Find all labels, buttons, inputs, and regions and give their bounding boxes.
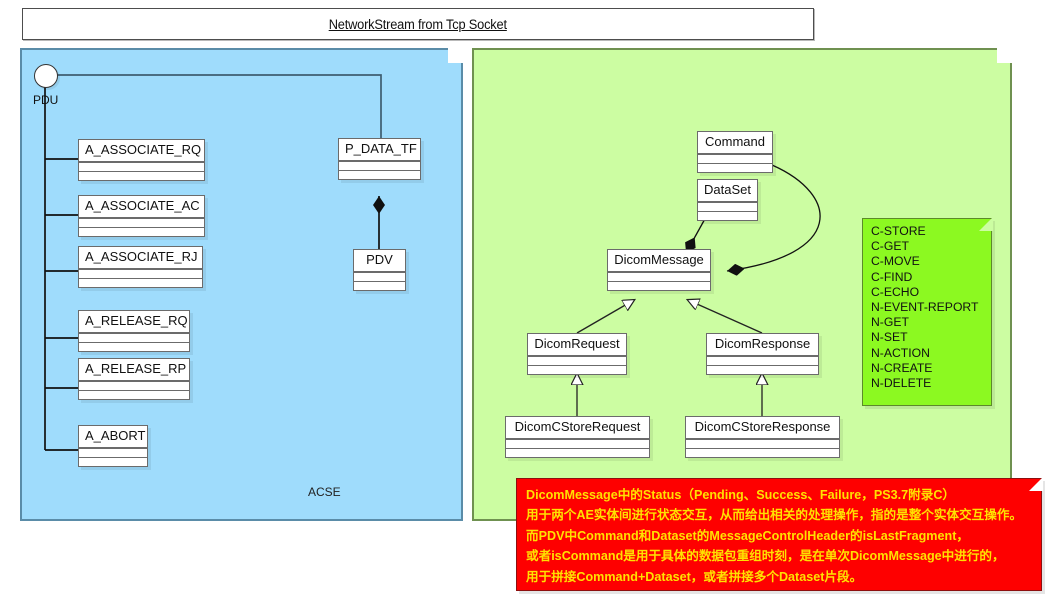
service-list: C-STORE C-GET C-MOVE C-FIND C-ECHO N-EVE… [871, 224, 986, 391]
class-operations-compartment [528, 366, 626, 374]
class-command[interactable]: Command [697, 131, 773, 173]
class-attributes-compartment [698, 155, 772, 163]
class-name: A_ASSOCIATE_AC [85, 198, 200, 213]
class-name: P_DATA_TF [345, 141, 417, 156]
class-operations-compartment [506, 449, 649, 457]
class-attributes-compartment [608, 273, 710, 281]
class-attributes-compartment [707, 357, 818, 365]
note-line: DicomMessage中的Status（Pending、Success、Fai… [526, 488, 956, 502]
service-item: N-SET [871, 330, 908, 345]
class-name: A_ASSOCIATE_RQ [85, 142, 202, 157]
class-attributes-compartment [506, 440, 649, 448]
note-line: 用于两个AE实体间进行状态交互，从而给出相关的处理操作，指的是整个实体交互操作。 [526, 508, 1023, 523]
class-operations-compartment [608, 282, 710, 290]
service-item: C-FIND [871, 269, 913, 284]
class-attributes-compartment [339, 162, 420, 170]
class-attributes-compartment [528, 357, 626, 365]
class-dicommessage[interactable]: DicomMessage [607, 249, 711, 291]
class-operations-compartment [354, 282, 405, 290]
class-dicomcstorerequest[interactable]: DicomCStoreRequest [505, 416, 650, 458]
status-explanation-note: DicomMessage中的Status（Pending、Success、Fai… [516, 477, 1043, 591]
service-item: C-GET [871, 239, 909, 254]
class-operations-compartment [698, 212, 757, 220]
class-dicomresponse[interactable]: DicomResponse [706, 333, 819, 375]
dimse-service-note: C-STORE C-GET C-MOVE C-FIND C-ECHO N-EVE… [862, 217, 993, 406]
class-attributes-compartment [79, 270, 202, 278]
class-attributes-compartment [79, 219, 204, 227]
class-operations-compartment [339, 171, 420, 179]
class-name: DicomMessage [614, 252, 704, 267]
service-item: C-MOVE [871, 254, 920, 269]
service-item: C-ECHO [871, 284, 920, 299]
class-name: DataSet [704, 182, 751, 197]
class-operations-compartment [79, 228, 204, 236]
class-dataset[interactable]: DataSet [697, 179, 758, 221]
class-operations-compartment [79, 343, 189, 351]
status-note-text: DicomMessage中的Status（Pending、Success、Fai… [526, 485, 1034, 587]
class-name: A_RELEASE_RP [85, 361, 187, 376]
class-dicomrequest[interactable]: DicomRequest [527, 333, 627, 375]
class-a-associate-ac[interactable]: A_ASSOCIATE_AC [78, 195, 205, 237]
service-item: N-GET [871, 315, 909, 330]
class-operations-compartment [707, 366, 818, 374]
class-attributes-compartment [79, 382, 189, 390]
class-operations-compartment [79, 279, 202, 287]
class-operations-compartment [79, 172, 204, 180]
diagram-title-frame: NetworkStream from Tcp Socket [22, 8, 814, 40]
class-name: PDV [366, 252, 393, 267]
class-name: DicomCStoreRequest [514, 419, 641, 434]
service-item: C-STORE [871, 224, 926, 238]
class-operations-compartment [79, 458, 147, 466]
class-attributes-compartment [686, 440, 839, 448]
class-a-release-rq[interactable]: A_RELEASE_RQ [78, 310, 190, 352]
class-dicomcstoreresponse[interactable]: DicomCStoreResponse [685, 416, 840, 458]
note-line: 而PDV中Command和Dataset的MessageControlHeade… [526, 528, 969, 543]
class-attributes-compartment [354, 273, 405, 281]
class-attributes-compartment [79, 449, 147, 457]
pdu-interface-label: PDU [33, 93, 59, 107]
class-a-associate-rj[interactable]: A_ASSOCIATE_RJ [78, 246, 203, 288]
class-a-release-rp[interactable]: A_RELEASE_RP [78, 358, 190, 400]
class-name: DicomCStoreResponse [694, 419, 831, 434]
class-name: A_ABORT [85, 428, 146, 443]
page-title: NetworkStream from Tcp Socket [328, 16, 508, 32]
class-name: A_RELEASE_RQ [85, 313, 188, 328]
class-operations-compartment [79, 391, 189, 399]
service-item: N-DELETE [871, 376, 932, 391]
pdu-interface-icon [34, 64, 58, 88]
uml-diagram-canvas: NetworkStream from Tcp Socket ACSE PDU A… [0, 0, 1059, 604]
service-item: N-CREATE [871, 360, 933, 375]
class-name: DicomResponse [714, 336, 811, 351]
class-name: A_ASSOCIATE_RJ [85, 249, 198, 264]
class-a-abort[interactable]: A_ABORT [78, 425, 148, 467]
class-attributes-compartment [79, 334, 189, 342]
class-operations-compartment [698, 164, 772, 172]
dicom-package-fold-corner [997, 47, 1013, 63]
class-p-data-tf[interactable]: P_DATA_TF [338, 138, 421, 180]
acse-package-fold-corner [448, 47, 464, 63]
class-operations-compartment [686, 449, 839, 457]
class-name: DicomRequest [534, 336, 620, 351]
acse-package-label: ACSE [308, 485, 341, 499]
class-a-associate-rq[interactable]: A_ASSOCIATE_RQ [78, 139, 205, 181]
class-attributes-compartment [698, 203, 757, 211]
class-attributes-compartment [79, 163, 204, 171]
service-item: N-ACTION [871, 345, 930, 360]
note-line: 用于拼接Command+Dataset，或者拼接多个Dataset片段。 [526, 569, 863, 584]
class-pdv[interactable]: PDV [353, 249, 406, 291]
note-line: 或者isCommand是用于具体的数据包重组时刻，是在单次DicomMessag… [526, 549, 1005, 564]
service-item: N-EVENT-REPORT [871, 300, 979, 315]
class-name: Command [705, 134, 765, 149]
